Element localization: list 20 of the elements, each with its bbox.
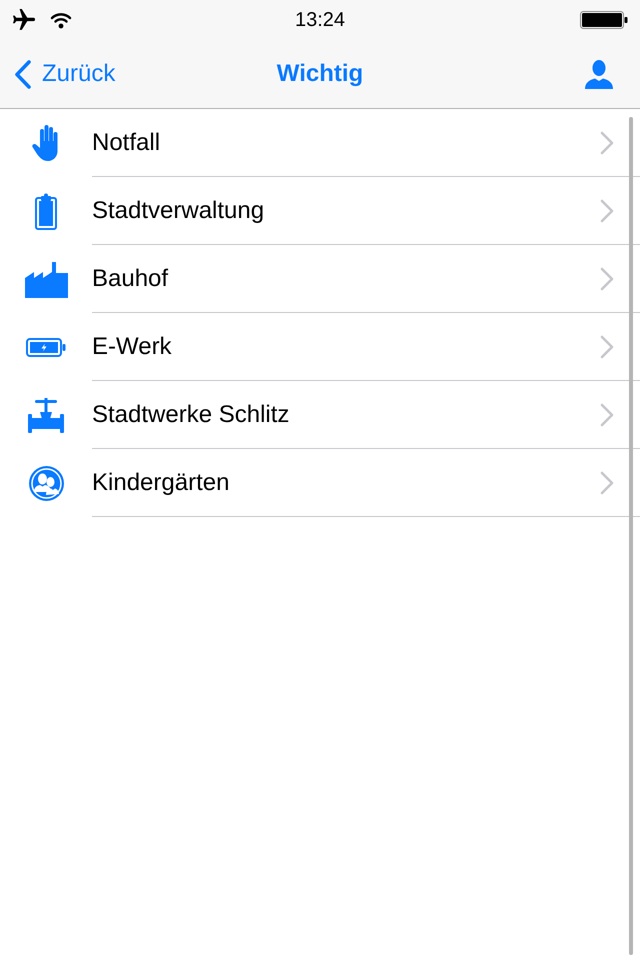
factory-icon: [24, 260, 68, 298]
chevron-icon: [600, 130, 614, 154]
chevron-icon: [600, 266, 614, 290]
nav-title: Wichtig: [276, 59, 364, 89]
hand-icon: [32, 125, 60, 161]
chevron-icon: [600, 334, 614, 358]
battery-icon: [26, 338, 66, 356]
airplane-icon: [12, 9, 36, 31]
clipboard-icon: [35, 192, 57, 230]
battery-icon: [580, 11, 628, 29]
chevron-icon: [600, 402, 614, 426]
person-icon[interactable]: [584, 59, 614, 89]
people-icon: [28, 466, 64, 500]
wifi-icon: [50, 12, 72, 28]
chevron-icon: [600, 198, 614, 222]
chevron-icon: [14, 58, 32, 90]
status-time: 13:24: [294, 8, 346, 33]
back-button[interactable]: Zurück: [14, 56, 116, 92]
valve-icon: [28, 398, 64, 432]
chevron-icon: [600, 470, 614, 494]
